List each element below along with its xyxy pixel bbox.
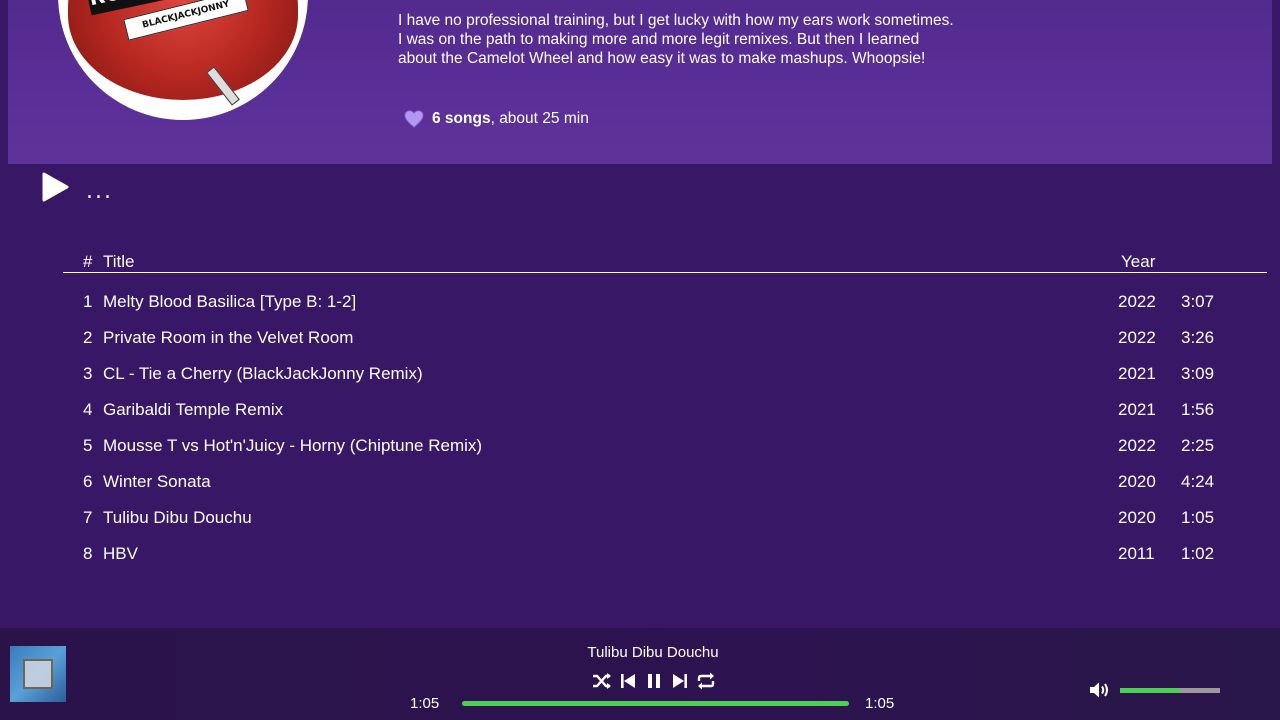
album-cover: RUTHLESS LOVE BLACKJACKJONNY bbox=[58, 0, 308, 120]
track-duration: 3:26 bbox=[1181, 328, 1215, 347]
track-year: 2011 bbox=[1118, 544, 1155, 563]
track-duration: 2:25 bbox=[1181, 436, 1215, 455]
table-row[interactable]: 8 HBV 2011 1:02 bbox=[63, 538, 1267, 574]
next-icon[interactable] bbox=[670, 671, 690, 691]
elapsed-time: 1:05 bbox=[410, 695, 440, 712]
track-duration: 3:07 bbox=[1181, 292, 1215, 311]
header-number: # bbox=[83, 252, 93, 271]
track-title: Private Room in the Velvet Room bbox=[103, 328, 354, 347]
header-title: Title bbox=[103, 252, 135, 271]
repeat-icon[interactable] bbox=[696, 671, 716, 691]
track-year: 2021 bbox=[1118, 400, 1156, 419]
play-icon[interactable] bbox=[40, 172, 70, 202]
song-count: 6 songs bbox=[432, 110, 491, 127]
heart-icon bbox=[404, 110, 424, 128]
track-year: 2022 bbox=[1118, 328, 1156, 347]
album-meta-text: 6 songs, about 25 min bbox=[432, 110, 589, 128]
total-time: 1:05 bbox=[865, 695, 895, 712]
pause-icon[interactable] bbox=[644, 671, 664, 691]
track-title: Mousse T vs Hot'n'Juicy - Horny (Chiptun… bbox=[103, 436, 483, 455]
track-year: 2020 bbox=[1118, 508, 1156, 527]
track-title: Winter Sonata bbox=[103, 472, 211, 491]
table-row[interactable]: 4 Garibaldi Temple Remix 2021 1:56 bbox=[63, 394, 1267, 430]
album-duration: , about 25 min bbox=[490, 110, 589, 127]
track-year: 2021 bbox=[1118, 364, 1156, 383]
thumbnail-art bbox=[23, 659, 53, 689]
table-header: # Title Year bbox=[63, 248, 1267, 273]
track-table: # Title Year 1 Melty Blood Basilica [Typ… bbox=[63, 248, 1267, 574]
player-bar: Tulibu Dibu Douchu 1:05 1:05 bbox=[0, 628, 1280, 720]
track-number: 4 bbox=[83, 400, 93, 419]
track-duration: 1:05 bbox=[1181, 508, 1215, 527]
track-title: CL - Tie a Cherry (BlackJackJonny Remix) bbox=[103, 364, 423, 383]
album-header: RUTHLESS LOVE BLACKJACKJONNY I have no p… bbox=[8, 0, 1272, 164]
previous-icon[interactable] bbox=[618, 671, 638, 691]
table-row[interactable]: 7 Tulibu Dibu Douchu 2020 1:05 bbox=[63, 502, 1267, 538]
now-playing-thumbnail[interactable] bbox=[10, 646, 66, 702]
track-year: 2020 bbox=[1118, 472, 1156, 491]
table-row[interactable]: 3 CL - Tie a Cherry (BlackJackJonny Remi… bbox=[63, 358, 1267, 394]
track-duration: 4:24 bbox=[1181, 472, 1215, 491]
track-year: 2022 bbox=[1118, 292, 1156, 311]
track-number: 5 bbox=[83, 436, 93, 455]
now-playing-title: Tulibu Dibu Douchu bbox=[587, 644, 719, 661]
track-duration: 1:56 bbox=[1181, 400, 1215, 419]
track-title: Melty Blood Basilica [Type B: 1-2] bbox=[103, 292, 357, 311]
table-row[interactable]: 1 Melty Blood Basilica [Type B: 1-2] 202… bbox=[63, 286, 1267, 322]
track-number: 7 bbox=[83, 508, 93, 527]
track-title: HBV bbox=[103, 544, 138, 563]
album-page: RUTHLESS LOVE BLACKJACKJONNY I have no p… bbox=[0, 0, 1280, 720]
progress-fill bbox=[462, 701, 849, 706]
track-number: 6 bbox=[83, 472, 93, 491]
playback-controls bbox=[592, 670, 716, 692]
volume-icon[interactable] bbox=[1089, 681, 1111, 699]
album-meta: 6 songs, about 25 min bbox=[404, 108, 589, 130]
table-row[interactable]: 2 Private Room in the Velvet Room 2022 3… bbox=[63, 322, 1267, 358]
track-list: 1 Melty Blood Basilica [Type B: 1-2] 202… bbox=[63, 273, 1267, 574]
table-row[interactable]: 6 Winter Sonata 2020 4:24 bbox=[63, 466, 1267, 502]
header-year: Year bbox=[1121, 252, 1156, 271]
table-row[interactable]: 5 Mousse T vs Hot'n'Juicy - Horny (Chipt… bbox=[63, 430, 1267, 466]
album-description: I have no professional training, but I g… bbox=[398, 12, 954, 67]
volume-fill bbox=[1120, 688, 1180, 693]
track-number: 1 bbox=[83, 292, 93, 311]
track-number: 8 bbox=[83, 544, 93, 563]
track-number: 2 bbox=[83, 328, 93, 347]
track-number: 3 bbox=[83, 364, 93, 383]
track-duration: 1:02 bbox=[1181, 544, 1215, 563]
track-title: Garibaldi Temple Remix bbox=[103, 400, 284, 419]
progress-bar[interactable] bbox=[462, 701, 849, 706]
more-options-button[interactable]: ... bbox=[86, 181, 122, 203]
shuffle-icon[interactable] bbox=[592, 671, 612, 691]
track-title: Tulibu Dibu Douchu bbox=[103, 508, 252, 527]
track-duration: 3:09 bbox=[1181, 364, 1215, 383]
track-year: 2022 bbox=[1118, 436, 1156, 455]
volume-slider[interactable] bbox=[1120, 688, 1220, 693]
